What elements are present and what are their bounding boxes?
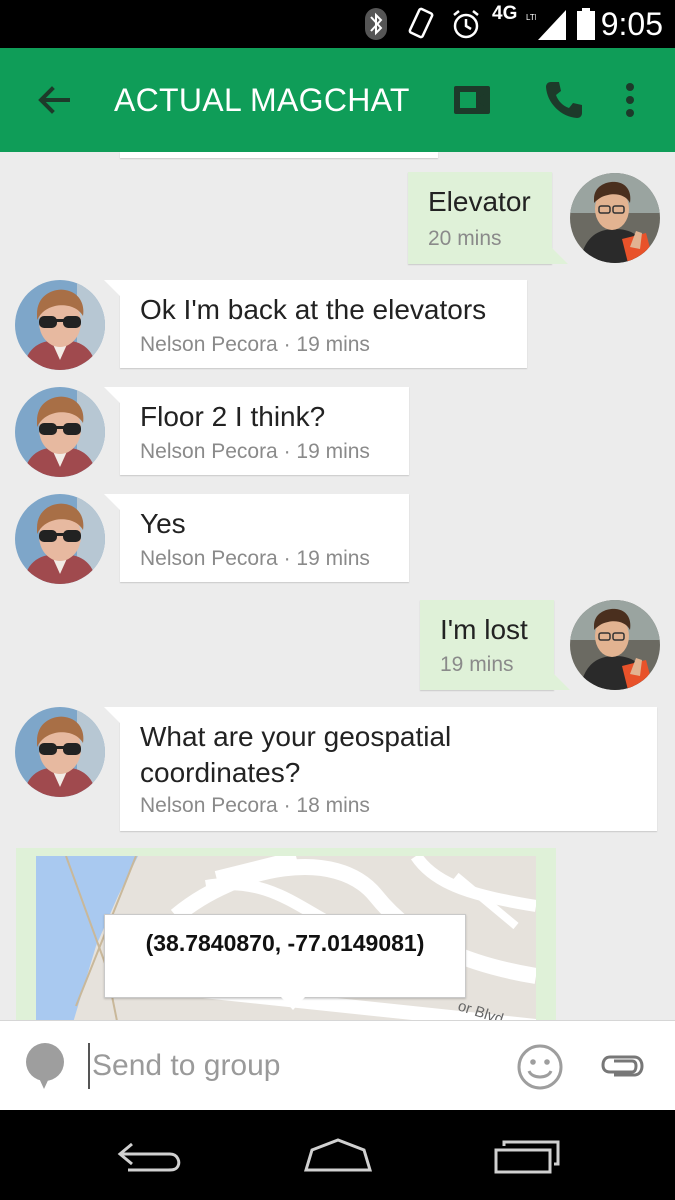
self-avatar[interactable] (570, 600, 660, 690)
network-type: 4G (492, 3, 518, 24)
home-icon[interactable] (302, 1136, 374, 1176)
message-text: What are your geospatial coordinates? (140, 721, 452, 788)
message-meta: Nelson Pecora · 19 mins (140, 440, 370, 463)
message-text: Ok I'm back at the elevators (140, 294, 487, 325)
incoming-message[interactable]: Yes Nelson Pecora · 19 mins (104, 494, 409, 582)
compose-bar (0, 1020, 675, 1110)
back-icon[interactable] (116, 1136, 186, 1176)
alarm-icon (450, 6, 482, 42)
outgoing-message[interactable]: I'm lost 19 mins (420, 600, 570, 690)
bluetooth-icon (364, 6, 388, 42)
message-text: Elevator (428, 186, 531, 217)
self-avatar[interactable] (570, 173, 660, 263)
incoming-message[interactable]: What are your geospatial coordinates? Ne… (104, 707, 657, 831)
nelson-avatar[interactable] (15, 280, 105, 370)
svg-text:LTE: LTE (526, 13, 536, 22)
incoming-message[interactable]: Floor 2 I think? Nelson Pecora · 19 mins (104, 387, 409, 475)
message-meta: Nelson Pecora · 19 mins (140, 547, 370, 570)
signal-icon (536, 6, 568, 42)
recent-apps-icon[interactable] (492, 1136, 562, 1176)
emoji-icon[interactable] (516, 1043, 564, 1091)
outgoing-message[interactable]: Elevator 20 mins (408, 172, 568, 264)
clock: 9:05 (600, 6, 663, 42)
nelson-avatar[interactable] (15, 387, 105, 477)
navigation-bar (0, 1110, 675, 1200)
lte-icon: LTE (526, 6, 536, 42)
app-bar: ACTUAL MAGCHAT (0, 48, 675, 152)
message-meta: 19 mins (440, 653, 514, 676)
video-call-icon[interactable] (448, 78, 496, 122)
message-text: I'm lost (440, 614, 528, 645)
message-text: Yes (140, 508, 186, 539)
message-text: Floor 2 I think? (140, 401, 326, 432)
attach-icon[interactable] (600, 1051, 644, 1081)
chat-bubble-icon (24, 1043, 66, 1089)
message-list[interactable]: Elevator 20 mins Ok I'm back at the elev… (0, 152, 675, 1020)
battery-icon (576, 6, 596, 42)
message-input[interactable] (88, 1043, 488, 1089)
message-meta: Nelson Pecora · 18 mins (140, 794, 370, 817)
message-meta: 20 mins (428, 227, 502, 250)
coordinates-text: (38.7840870, -77.0149081) (145, 930, 425, 956)
coordinates-popup: (38.7840870, -77.0149081) (104, 914, 466, 1010)
message-meta: Nelson Pecora · 19 mins (140, 333, 370, 356)
vibrate-icon (406, 6, 436, 42)
nelson-avatar[interactable] (15, 494, 105, 584)
more-options-icon[interactable] (610, 76, 650, 124)
incoming-message[interactable]: Ok I'm back at the elevators Nelson Peco… (104, 280, 527, 368)
phone-call-icon[interactable] (540, 76, 588, 124)
status-bar: 4G LTE 9:05 (0, 0, 675, 48)
nelson-avatar[interactable] (15, 707, 105, 797)
previous-message-edge (120, 152, 438, 158)
conversation-title: ACTUAL MAGCHAT (114, 82, 410, 118)
back-arrow-icon[interactable] (30, 76, 78, 124)
